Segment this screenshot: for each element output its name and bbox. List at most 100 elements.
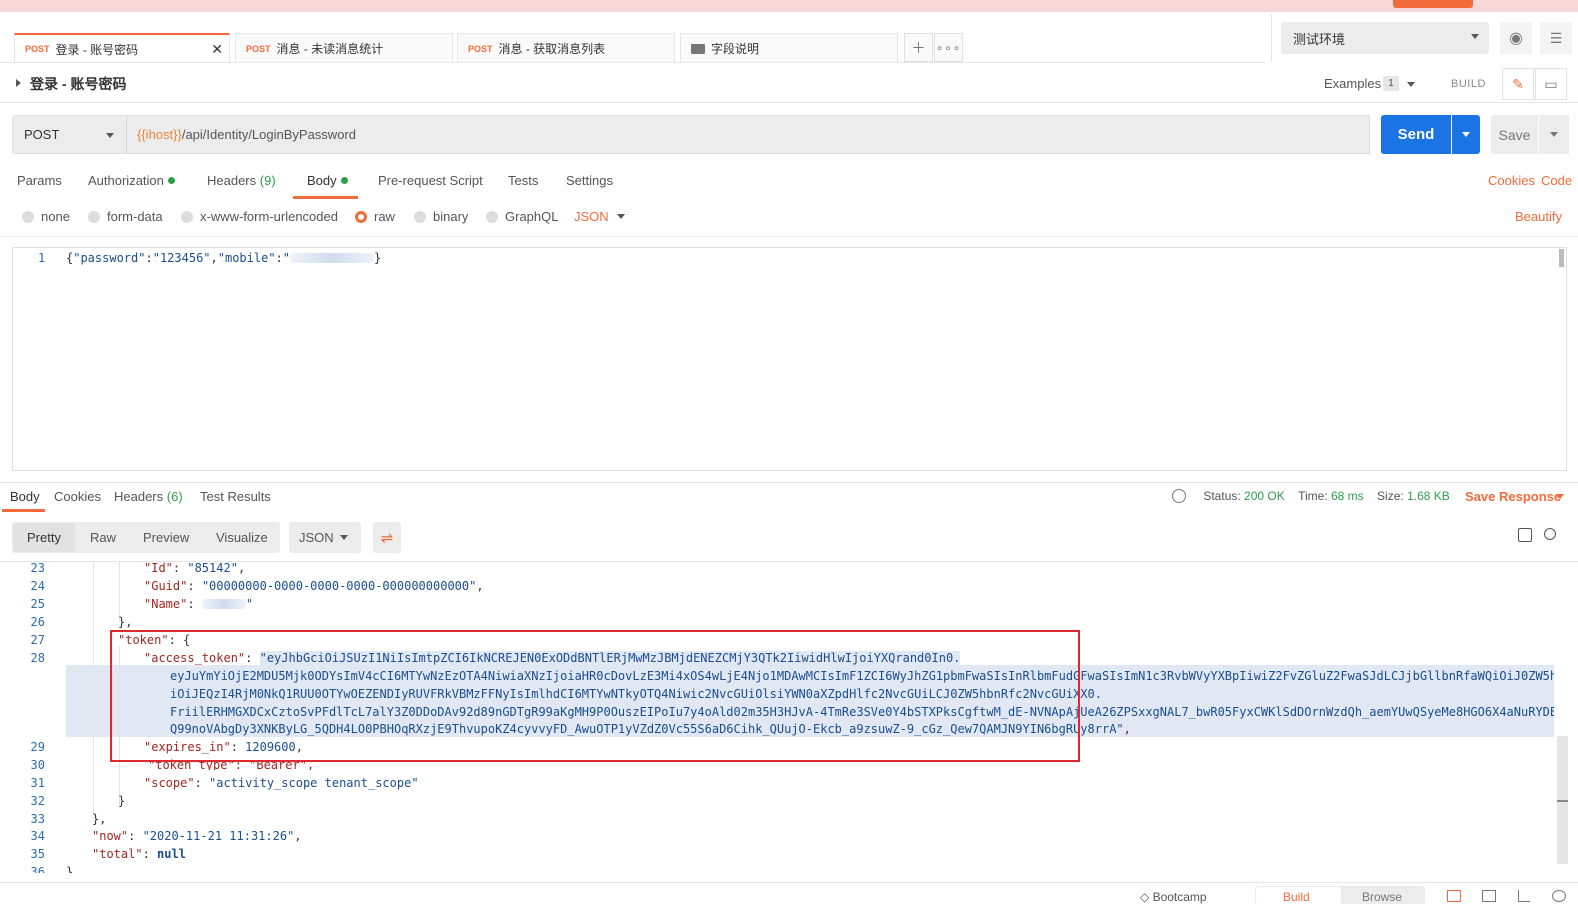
radio-raw[interactable]: raw — [355, 209, 395, 224]
send-button[interactable]: Send — [1381, 115, 1451, 154]
send-options-button[interactable] — [1452, 115, 1480, 154]
comments-button[interactable]: ▭ — [1535, 68, 1567, 100]
view-pretty[interactable]: Pretty — [27, 530, 61, 545]
view-visualize[interactable]: Visualize — [216, 530, 268, 545]
environment-quicklook-button[interactable]: ◉ — [1500, 22, 1532, 54]
chevron-down-icon[interactable] — [1407, 82, 1415, 87]
response-tab-cookies[interactable]: Cookies — [54, 489, 101, 504]
tab-unread-stats[interactable]: POST 消息 - 未读消息统计 — [235, 33, 453, 63]
tab-body[interactable]: Body — [307, 173, 348, 188]
save-options-button[interactable] — [1539, 115, 1569, 154]
app-header-strip — [0, 0, 1578, 12]
sliders-icon: ☰ — [1549, 29, 1563, 46]
radio-urlencoded[interactable]: x-www-form-urlencoded — [181, 209, 338, 224]
cookies-link[interactable]: Cookies — [1488, 173, 1535, 188]
copy-icon[interactable] — [1518, 528, 1532, 542]
code-link[interactable]: Code — [1541, 173, 1572, 188]
method-label: POST — [24, 127, 60, 142]
layout-icon[interactable] — [1447, 890, 1461, 902]
tab-authorization[interactable]: Authorization — [88, 173, 175, 188]
manage-environments-button[interactable]: ☰ — [1540, 22, 1572, 54]
response-meta: Status: 200 OK Time: 68 ms Size: 1.68 KB — [1172, 489, 1450, 503]
tab-params[interactable]: Params — [17, 173, 62, 188]
tab-options-button[interactable]: ∘∘∘ — [934, 33, 963, 62]
url-input[interactable]: {{ihost}}/api/Identity/LoginByPassword — [127, 115, 1370, 154]
search-icon[interactable] — [1544, 528, 1556, 540]
raw-type-select[interactable]: JSON — [574, 209, 609, 224]
redacted-name — [201, 599, 246, 609]
method-select[interactable]: POST — [12, 115, 127, 154]
view-raw[interactable]: Raw — [90, 530, 116, 545]
runner-icon[interactable] — [1518, 890, 1530, 902]
radio-form-data[interactable]: form-data — [88, 209, 163, 224]
bootcamp-label: Bootcamp — [1152, 890, 1207, 904]
code-line: }, — [92, 812, 107, 826]
build-mode-tab[interactable]: Build — [1283, 890, 1310, 904]
save-button[interactable]: Save — [1491, 115, 1538, 154]
tab-prerequest-script[interactable]: Pre-request Script — [378, 173, 483, 188]
radio-graphql[interactable]: GraphQL — [486, 209, 558, 224]
scroll-marker — [1557, 800, 1568, 802]
request-body-code[interactable]: {"password":"123456","mobile":"} — [66, 251, 381, 265]
wrap-lines-button[interactable]: ⇌ — [373, 522, 401, 553]
chevron-down-icon — [340, 535, 348, 540]
active-tab-indicator — [293, 196, 358, 199]
response-format-select[interactable]: JSON — [289, 522, 361, 553]
response-tab-headers[interactable]: Headers (6) — [114, 489, 183, 504]
build-mode-label[interactable]: BUILD — [1451, 78, 1486, 90]
line-number: 25 — [30, 597, 45, 611]
editor-scrollbar[interactable] — [1559, 249, 1564, 267]
response-tab-body[interactable]: Body — [10, 489, 40, 504]
json-key: "password" — [73, 251, 146, 265]
tab-method-badge: POST — [246, 43, 271, 54]
active-tab-indicator — [2, 509, 45, 512]
two-pane-icon[interactable] — [1482, 890, 1496, 902]
status-value[interactable]: 200 OK — [1244, 489, 1285, 503]
chevron-down-icon[interactable] — [1556, 494, 1564, 499]
tab-message-list[interactable]: POST 消息 - 获取消息列表 — [457, 33, 675, 63]
radio-none[interactable]: none — [22, 209, 70, 224]
edit-button[interactable]: ✎ — [1502, 68, 1534, 100]
json-value: "123456" — [152, 251, 211, 265]
view-preview[interactable]: Preview — [143, 530, 189, 545]
tab-headers[interactable]: Headers (9) — [207, 173, 276, 188]
environment-select[interactable]: 测试环境 — [1281, 22, 1489, 54]
examples-dropdown[interactable]: Examples — [1324, 76, 1381, 91]
environment-label: 测试环境 — [1293, 31, 1346, 47]
chevron-down-icon[interactable] — [617, 214, 625, 219]
radio-icon — [486, 210, 498, 223]
response-tab-test-results[interactable]: Test Results — [200, 489, 271, 504]
browse-mode-tab[interactable]: Browse — [1362, 890, 1402, 904]
tab-login-password[interactable]: POST 登录 - 账号密码 ✕ — [14, 33, 230, 63]
divider — [1271, 14, 1272, 62]
tab-field-docs[interactable]: 字段说明 — [680, 33, 898, 63]
tab-tests[interactable]: Tests — [508, 173, 538, 188]
chevron-right-icon[interactable] — [16, 79, 21, 87]
tab-divider — [0, 62, 1265, 63]
new-tab-button[interactable]: ＋ — [904, 33, 933, 62]
beautify-link[interactable]: Beautify — [1515, 209, 1562, 224]
tab-method-badge: POST — [468, 43, 493, 54]
tab-settings[interactable]: Settings — [566, 173, 613, 188]
radio-icon — [22, 210, 34, 223]
more-icon: ∘∘∘ — [935, 40, 962, 55]
json-colon: : — [145, 251, 153, 265]
help-icon[interactable] — [1552, 890, 1566, 902]
size-value[interactable]: 1.68 KB — [1407, 489, 1450, 503]
radio-label: x-www-form-urlencoded — [200, 209, 338, 224]
radio-binary[interactable]: binary — [414, 209, 468, 224]
json-key: "total" — [92, 847, 143, 861]
line-number: 24 — [30, 579, 45, 593]
save-response-button[interactable]: Save Response — [1465, 489, 1561, 504]
time-value[interactable]: 68 ms — [1331, 489, 1364, 503]
request-body-editor[interactable] — [12, 247, 1567, 471]
comment-icon: ▭ — [1544, 75, 1558, 92]
status-dot-icon — [340, 177, 348, 184]
close-icon[interactable]: ✕ — [211, 41, 223, 58]
bootcamp-link[interactable]: ◇ Bootcamp — [1140, 890, 1207, 904]
radio-label: raw — [374, 209, 395, 224]
globe-icon[interactable] — [1172, 489, 1186, 503]
json-value: "85142" — [187, 561, 238, 575]
request-title[interactable]: 登录 - 账号密码 — [30, 74, 126, 94]
upgrade-button[interactable] — [1393, 0, 1473, 8]
